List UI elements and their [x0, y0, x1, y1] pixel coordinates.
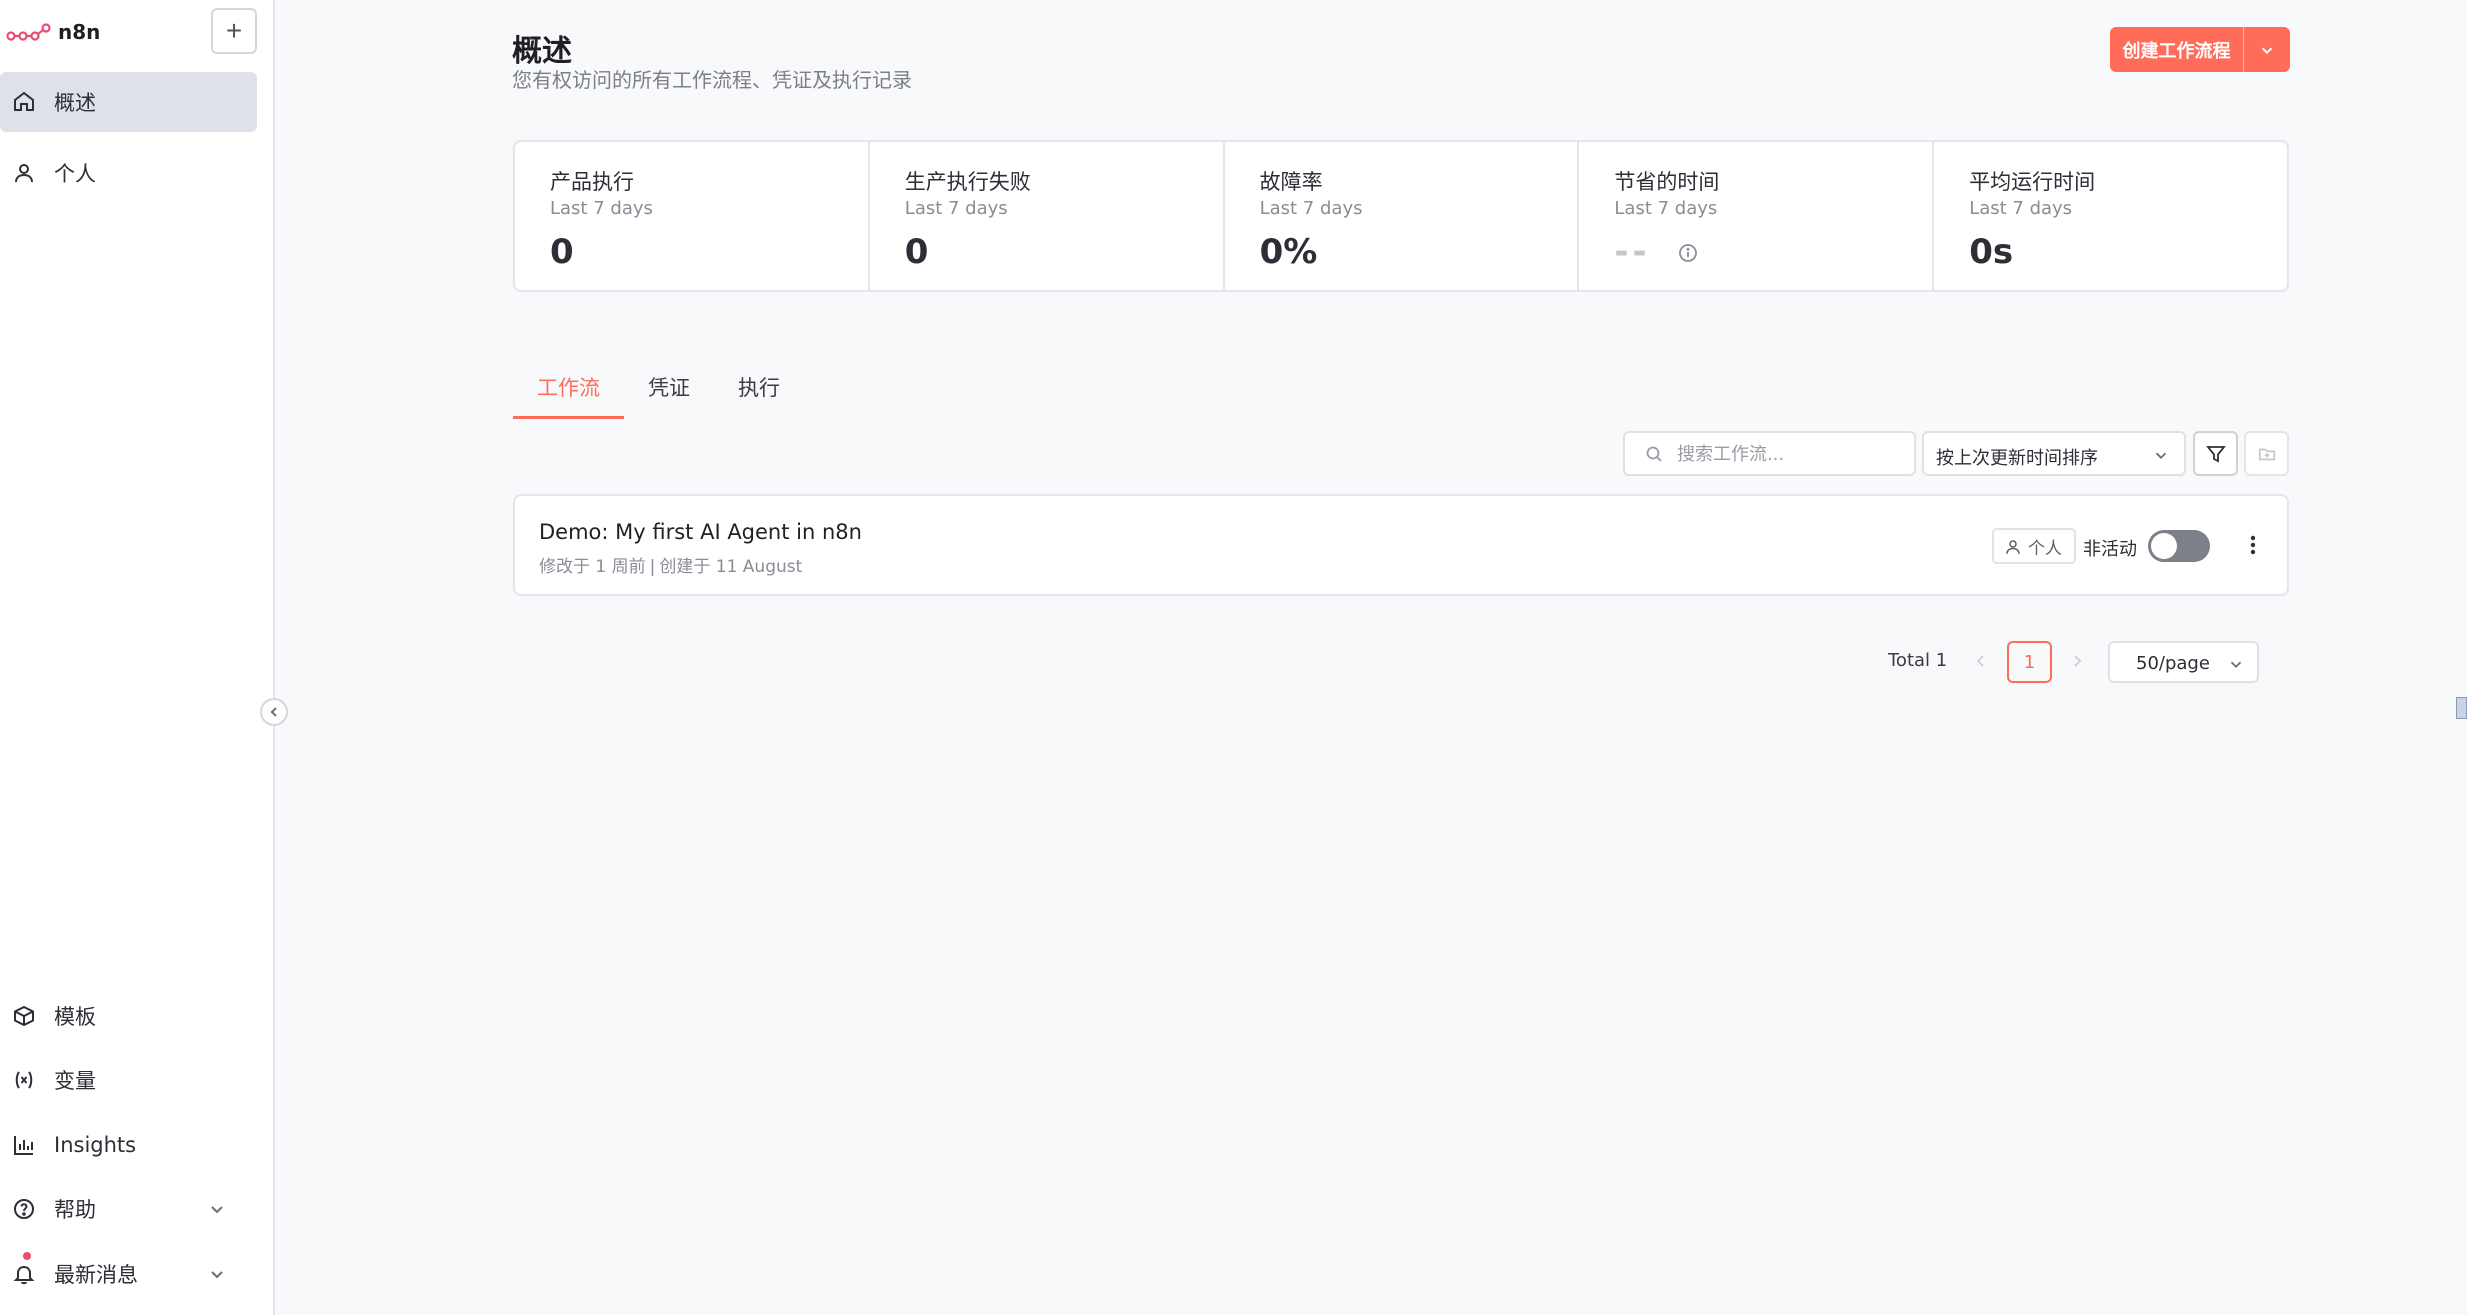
notification-dot [23, 1252, 31, 1260]
workflow-card[interactable]: Demo: My first AI Agent in n8n 修改于 1 周前 |… [513, 494, 2289, 596]
page-subtitle: 您有权访问的所有工作流程、凭证及执行记录 [512, 68, 912, 92]
workflow-name[interactable]: Demo: My first AI Agent in n8n [539, 520, 862, 544]
stat-value: 0s [1969, 232, 2014, 272]
tab-workflows[interactable]: 工作流 [513, 372, 624, 419]
sidebar-item-variables[interactable]: 变量 [0, 1050, 257, 1110]
chevron-left-icon[interactable] [1972, 652, 1990, 670]
app-name: n8n [58, 20, 101, 44]
chevron-right-icon[interactable] [2068, 652, 2086, 670]
variable-icon [15, 1071, 33, 1089]
pagination-page-1[interactable]: 1 [2007, 641, 2052, 683]
stat-period: Last 7 days [1259, 198, 1363, 219]
create-options-dropdown[interactable] [2244, 27, 2290, 72]
chevron-down-icon [2261, 46, 2273, 54]
sort-select[interactable]: 按上次更新时间排序 [1922, 431, 2186, 476]
user-icon [15, 164, 33, 183]
home-icon [14, 91, 34, 111]
chevron-down-icon [2155, 452, 2167, 459]
pagination-total: Total 1 [1888, 650, 1948, 671]
meta-separator: | [649, 557, 656, 577]
page-size-value: 50/page [2136, 653, 2210, 674]
tab-credentials[interactable]: 凭证 [648, 372, 690, 416]
n8n-logo-icon[interactable] [6, 22, 52, 46]
stat-failed-executions[interactable]: 生产执行失败 Last 7 days 0 [870, 142, 1225, 290]
sidebar-item-whats-new[interactable]: 最新消息 [0, 1244, 257, 1304]
collapse-sidebar-button[interactable] [260, 698, 288, 726]
logo-row: n8n + [0, 0, 273, 66]
sidebar-item-label: 概述 [54, 91, 96, 115]
search-icon [1646, 446, 1662, 462]
stat-value: 0 [904, 232, 929, 272]
owner-badge: 个人 [1992, 528, 2076, 564]
sidebar-item-help[interactable]: 帮助 [0, 1179, 257, 1239]
page-size-select[interactable]: 50/page [2108, 641, 2259, 683]
stat-title: 产品执行 [550, 170, 634, 194]
search-field [1623, 431, 1916, 476]
box-icon [14, 1005, 34, 1027]
stat-avg-run-time[interactable]: 平均运行时间 Last 7 days 0s [1934, 142, 2287, 290]
chevron-down-icon [211, 1206, 223, 1214]
stat-period: Last 7 days [550, 198, 653, 219]
insights-summary: 产品执行 Last 7 days 0 生产执行失败 Last 7 days 0 … [513, 140, 2289, 292]
bell-icon [13, 1265, 35, 1285]
tab-executions[interactable]: 执行 [738, 372, 780, 416]
stat-title: 节省的时间 [1614, 170, 1720, 194]
stat-failure-rate[interactable]: 故障率 Last 7 days 0% [1225, 142, 1580, 290]
toggle-knob [2151, 533, 2177, 559]
sidebar-item-label: 模板 [54, 1005, 96, 1029]
folder-plus-icon [2258, 448, 2275, 460]
edge-widget-icon[interactable] [2456, 697, 2467, 719]
create-workflow-button[interactable]: 创建工作流程 [2110, 27, 2244, 72]
workflow-status-label: 非活动 [2083, 539, 2137, 560]
workflow-modified: 修改于 1 周前 [539, 557, 646, 577]
bar-chart-icon [14, 1136, 33, 1155]
stat-value: 0% [1259, 232, 1318, 272]
sidebar-item-personal[interactable]: 个人 [0, 143, 257, 203]
more-vertical-icon [2250, 535, 2256, 555]
stat-value: 0 [550, 232, 574, 272]
stat-prod-executions[interactable]: 产品执行 Last 7 days 0 [515, 142, 870, 290]
stat-period: Last 7 days [1614, 198, 1718, 219]
chevron-down-icon [2230, 661, 2242, 668]
sidebar-item-label: 变量 [54, 1069, 96, 1093]
sort-select-value: 按上次更新时间排序 [1936, 448, 2098, 469]
stat-title: 故障率 [1259, 170, 1323, 194]
create-new-button[interactable]: + [211, 8, 257, 54]
search-input[interactable] [1677, 439, 1907, 469]
info-icon[interactable] [1677, 242, 1699, 264]
chevron-left-icon [270, 707, 277, 717]
create-workflow-button-group: 创建工作流程 [2110, 27, 2290, 72]
stat-title: 平均运行时间 [1969, 170, 2096, 194]
filter-button[interactable] [2193, 431, 2238, 476]
user-icon [2006, 540, 2020, 554]
sidebar-item-label: 最新消息 [54, 1263, 138, 1287]
help-circle-icon [14, 1199, 34, 1219]
stat-value: -- [1614, 232, 1651, 272]
chevron-down-icon [211, 1271, 223, 1279]
new-folder-button[interactable] [2244, 431, 2289, 476]
stat-period: Last 7 days [904, 198, 1008, 219]
sidebar-item-label: 个人 [54, 162, 96, 186]
stat-time-saved[interactable]: 节省的时间 Last 7 days -- [1579, 142, 1935, 290]
sidebar-item-templates[interactable]: 模板 [0, 986, 257, 1046]
workflow-more-button[interactable] [2243, 530, 2263, 560]
workflow-active-toggle[interactable] [2148, 530, 2210, 562]
sidebar-item-label: 帮助 [54, 1198, 96, 1222]
content-tabs: 工作流 凭证 执行 [513, 366, 813, 419]
sidebar-item-overview[interactable]: 概述 [0, 72, 257, 132]
sidebar-item-insights[interactable]: Insights [0, 1115, 257, 1175]
workflow-created: 创建于 11 August [659, 557, 803, 577]
stat-period: Last 7 days [1969, 198, 2073, 219]
stat-title: 生产执行失败 [904, 170, 1031, 194]
sidebar: n8n + 概述 个人 模板 变量 Insights 帮助 最新消息 [0, 0, 275, 1315]
workflow-meta: 修改于 1 周前 | 创建于 11 August [539, 552, 802, 577]
owner-badge-label: 个人 [2028, 538, 2062, 559]
sidebar-item-label: Insights [54, 1133, 137, 1157]
filter-icon [2205, 445, 2226, 462]
